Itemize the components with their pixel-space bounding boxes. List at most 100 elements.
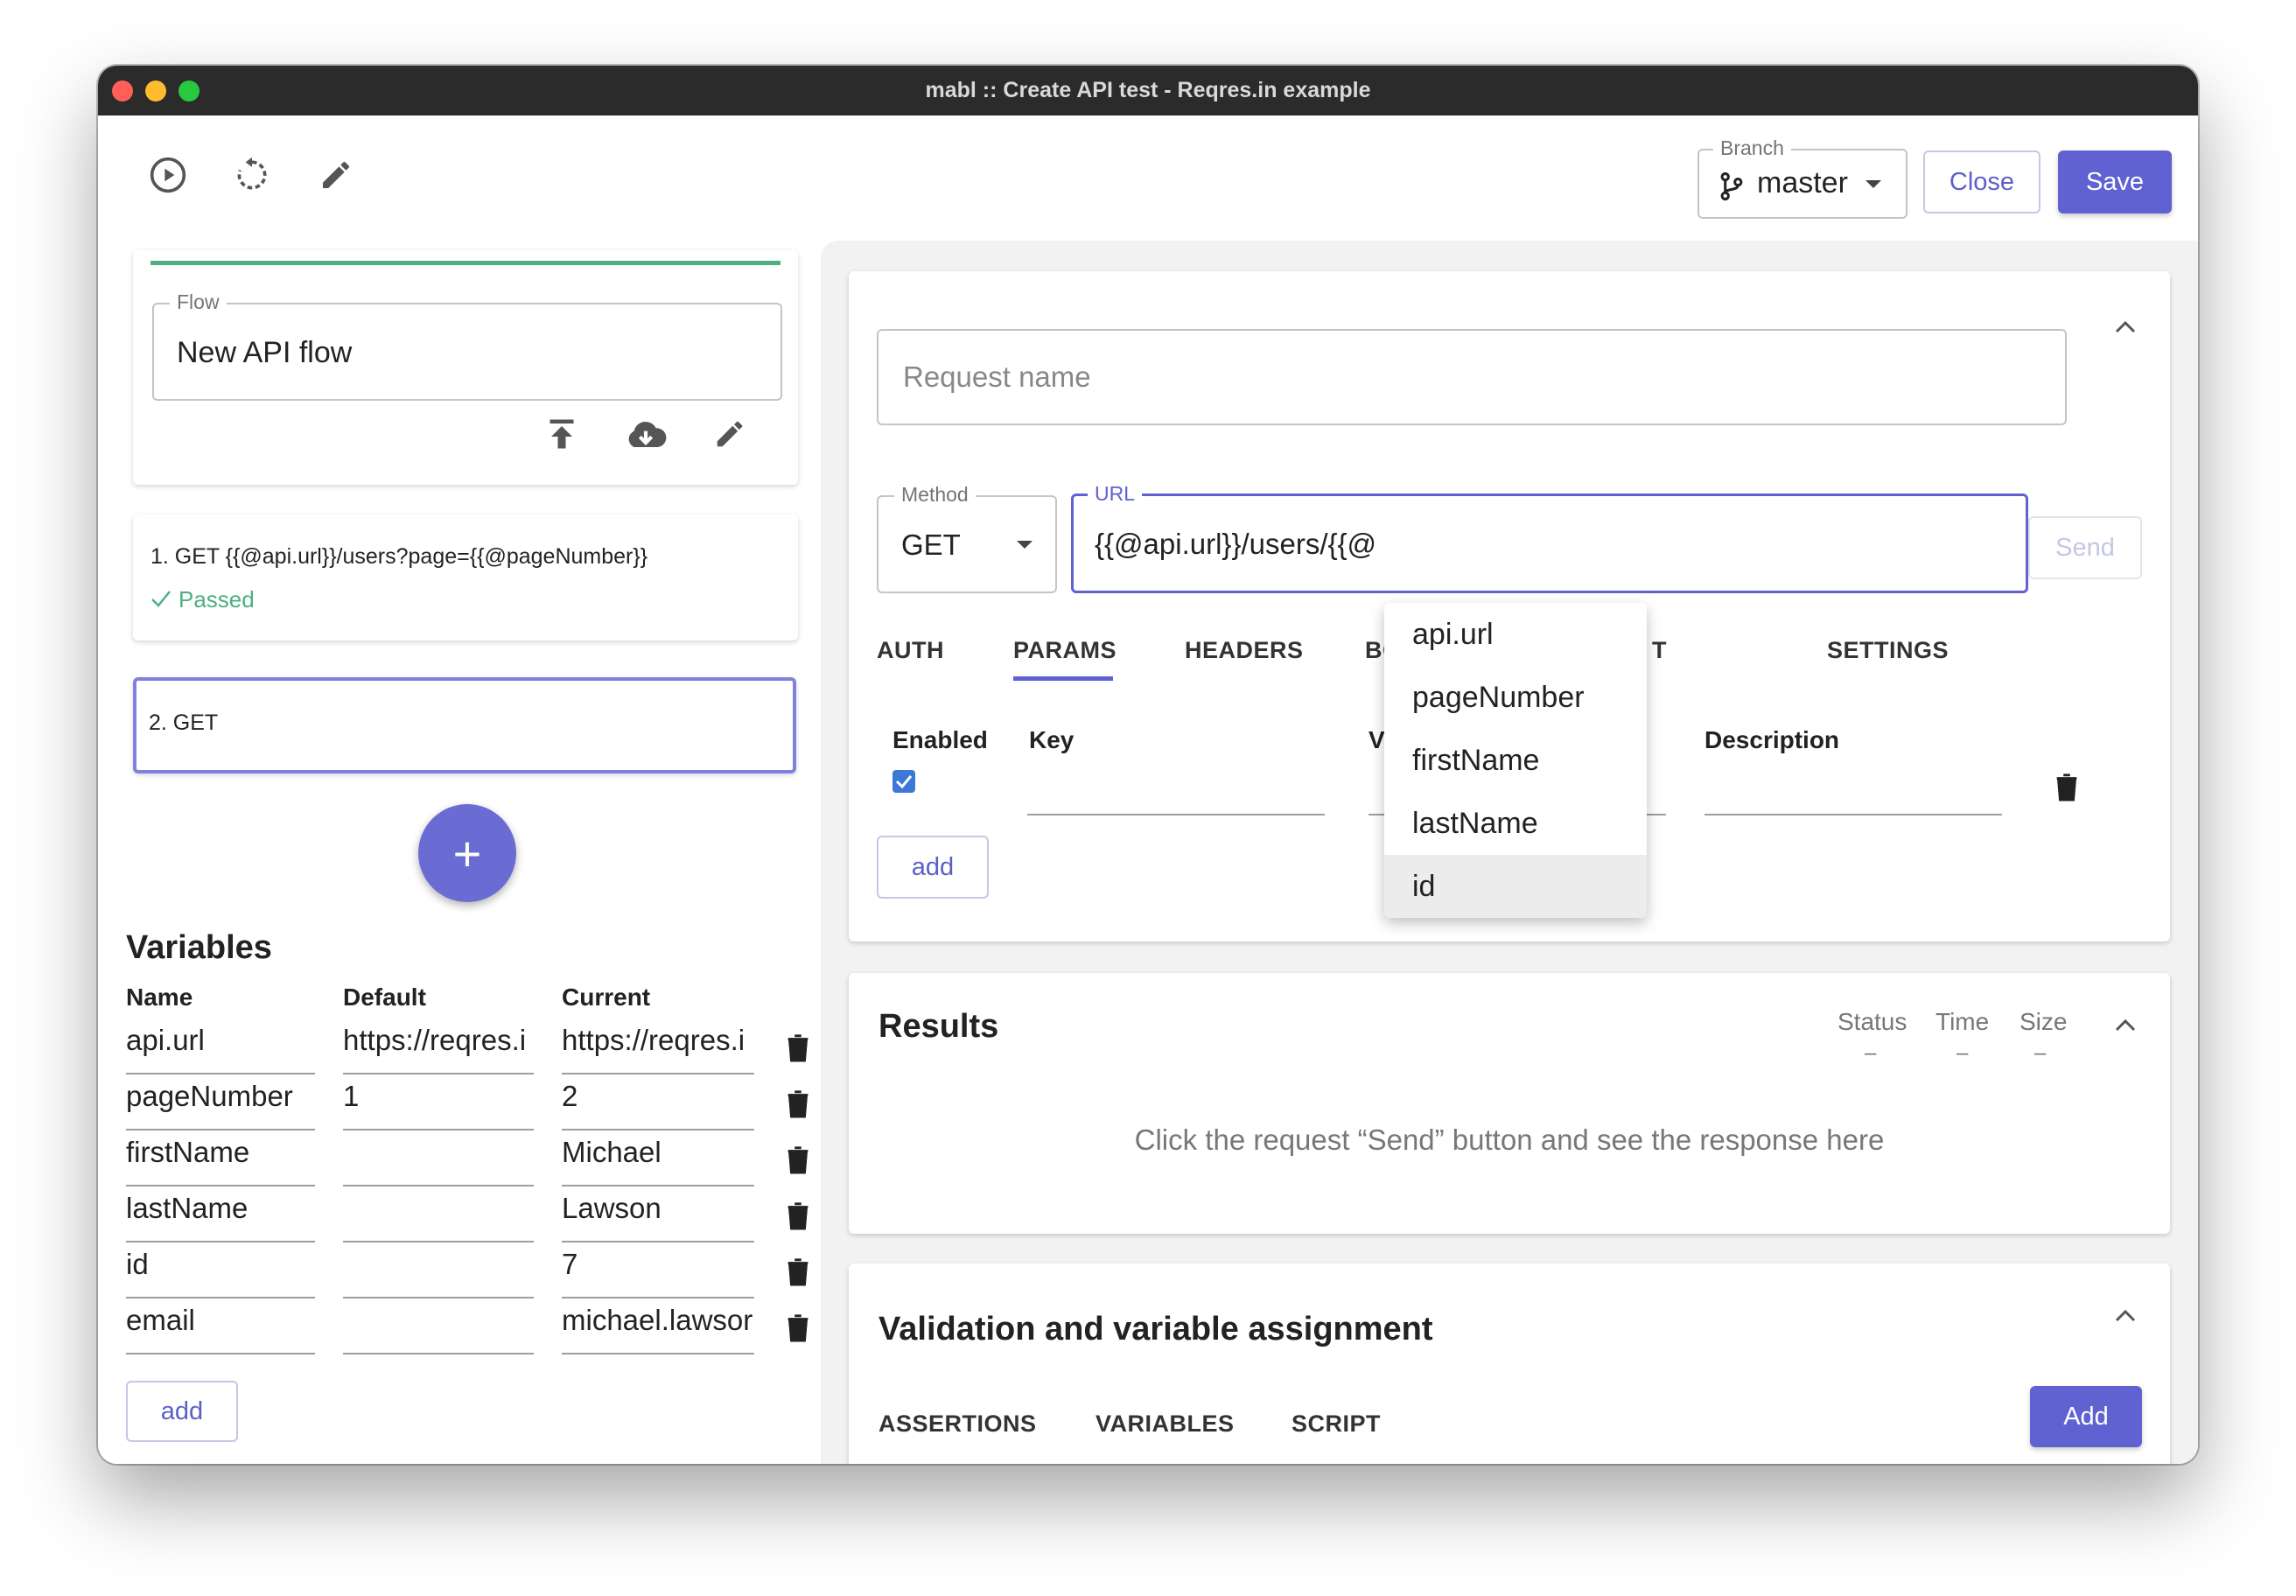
add-step-button[interactable]: + bbox=[418, 804, 516, 902]
window-title: mabl :: Create API test - Reqres.in exam… bbox=[925, 78, 1371, 102]
add-assertion-button[interactable]: Add bbox=[2030, 1386, 2142, 1447]
flow-progress-bar bbox=[150, 261, 780, 265]
trash-icon[interactable] bbox=[786, 1256, 810, 1286]
variable-name-input[interactable]: lastName bbox=[126, 1192, 315, 1242]
flow-card: Flow New API flow bbox=[133, 250, 798, 485]
variables-heading: Variables bbox=[126, 929, 272, 966]
flow-name-field[interactable]: Flow New API flow bbox=[152, 290, 782, 401]
size-label: Size bbox=[2020, 1008, 2068, 1035]
check-icon bbox=[151, 591, 171, 607]
variable-default-input[interactable] bbox=[343, 1136, 534, 1186]
app-window: mabl :: Create API test - Reqres.in exam… bbox=[98, 66, 2198, 1464]
tab-variables[interactable]: VARIABLES bbox=[1096, 1410, 1235, 1438]
time-value: – bbox=[1956, 1041, 1969, 1065]
branch-label: Branch bbox=[1713, 136, 1791, 160]
results-heading: Results bbox=[878, 1008, 999, 1045]
variable-name-input[interactable]: api.url bbox=[126, 1024, 315, 1074]
upload-button[interactable] bbox=[536, 408, 588, 460]
variable-default-input[interactable] bbox=[343, 1304, 534, 1354]
chevron-up-icon[interactable] bbox=[2114, 1017, 2137, 1032]
variable-current-input[interactable]: 2 bbox=[562, 1080, 754, 1130]
variable-current-input[interactable]: 7 bbox=[562, 1248, 754, 1298]
tab-headers[interactable]: HEADERS bbox=[1185, 637, 1304, 664]
flow-label: Flow bbox=[170, 290, 227, 314]
close-window-button[interactable] bbox=[112, 80, 133, 102]
url-input[interactable]: URL {{@api.url}}/users/{{@ bbox=[1071, 482, 2028, 593]
step-title: 1. GET {{@api.url}}/users?page={{@pageNu… bbox=[150, 544, 648, 569]
variable-current-input[interactable]: michael.lawsor bbox=[562, 1304, 754, 1354]
flow-name-value: New API flow bbox=[177, 336, 353, 369]
trash-icon[interactable] bbox=[786, 1144, 810, 1174]
url-value: {{@api.url}}/users/{{@ bbox=[1095, 528, 1377, 560]
check-icon bbox=[895, 775, 913, 789]
method-value: GET bbox=[901, 528, 961, 561]
tab-settings[interactable]: SETTINGS bbox=[1827, 637, 1949, 664]
variable-default-input[interactable] bbox=[343, 1248, 534, 1298]
size-value: – bbox=[2034, 1041, 2047, 1065]
variable-name-input[interactable]: email bbox=[126, 1304, 315, 1354]
method-label: Method bbox=[894, 483, 976, 507]
tab-params[interactable]: PARAMS bbox=[1013, 637, 1116, 664]
step-status: Passed bbox=[178, 586, 255, 612]
variable-current-input[interactable]: Lawson bbox=[562, 1192, 754, 1242]
variable-current-input[interactable]: Michael bbox=[562, 1136, 754, 1186]
upload-icon bbox=[550, 419, 574, 449]
trash-icon[interactable] bbox=[786, 1032, 810, 1062]
cloud-download-icon bbox=[628, 421, 667, 447]
tab-assertions[interactable]: ASSERTIONS bbox=[878, 1410, 1037, 1438]
edit-button[interactable] bbox=[310, 149, 362, 201]
save-button[interactable]: Save bbox=[2058, 150, 2172, 214]
enabled-checkbox[interactable] bbox=[892, 770, 915, 793]
autocomplete-option[interactable]: firstName bbox=[1384, 729, 1647, 792]
download-button[interactable] bbox=[620, 408, 672, 460]
params-col-description: Description bbox=[1704, 726, 1840, 753]
variable-name-input[interactable]: pageNumber bbox=[126, 1080, 315, 1130]
variable-default-input[interactable]: https://reqres.i bbox=[343, 1024, 534, 1074]
autocomplete-option[interactable]: lastName bbox=[1384, 792, 1647, 855]
chevron-up-icon[interactable] bbox=[2114, 318, 2137, 334]
params-col-value: V bbox=[1368, 726, 1385, 753]
autocomplete-option[interactable]: api.url bbox=[1384, 603, 1647, 666]
variable-current-input[interactable]: https://reqres.i bbox=[562, 1024, 754, 1074]
tab-partial[interactable]: T bbox=[1652, 637, 1667, 664]
autocomplete-option[interactable]: pageNumber bbox=[1384, 666, 1647, 729]
app-content: Branch master Close Save Flow New API fl… bbox=[98, 116, 2198, 1464]
step-card-selected[interactable]: 2. GET bbox=[133, 677, 796, 774]
step-card[interactable]: 1. GET {{@api.url}}/users?page={{@pageNu… bbox=[133, 514, 798, 640]
play-circle-icon bbox=[150, 157, 186, 193]
branch-select[interactable]: Branch master bbox=[1698, 136, 1908, 219]
maximize-window-button[interactable] bbox=[178, 80, 200, 102]
trash-icon[interactable] bbox=[786, 1200, 810, 1230]
close-button[interactable]: Close bbox=[1923, 150, 2040, 214]
tab-script[interactable]: SCRIPT bbox=[1292, 1410, 1381, 1438]
variable-default-input[interactable]: 1 bbox=[343, 1080, 534, 1130]
minimize-window-button[interactable] bbox=[145, 80, 166, 102]
validation-card: Validation and variable assignment ASSER… bbox=[849, 1264, 2170, 1464]
refresh-icon bbox=[237, 157, 267, 190]
chevron-up-icon[interactable] bbox=[2114, 1307, 2137, 1323]
variable-default-input[interactable] bbox=[343, 1192, 534, 1242]
variable-name-input[interactable]: id bbox=[126, 1248, 315, 1298]
param-key-input[interactable] bbox=[1027, 765, 1325, 816]
trash-icon[interactable] bbox=[786, 1312, 810, 1342]
run-button[interactable] bbox=[142, 149, 194, 201]
trash-icon[interactable] bbox=[2054, 772, 2079, 802]
request-name-input[interactable]: Request name bbox=[877, 329, 2067, 425]
trash-icon[interactable] bbox=[786, 1088, 810, 1118]
tab-auth[interactable]: AUTH bbox=[877, 637, 944, 664]
add-param-button[interactable]: add bbox=[877, 836, 989, 899]
send-button[interactable]: Send bbox=[2028, 516, 2142, 579]
method-select[interactable]: Method GET bbox=[877, 483, 1057, 593]
time-label: Time bbox=[1936, 1008, 1990, 1035]
results-card: Results Status – Time – Size – Click the… bbox=[849, 973, 2170, 1234]
add-variable-button[interactable]: add bbox=[126, 1381, 238, 1442]
edit-flow-button[interactable] bbox=[704, 408, 756, 460]
title-bar: mabl :: Create API test - Reqres.in exam… bbox=[98, 66, 2198, 116]
reload-button[interactable] bbox=[226, 149, 278, 201]
chevron-down-icon bbox=[1866, 180, 1881, 188]
param-description-input[interactable] bbox=[1704, 765, 2002, 816]
variables-col-name: Name bbox=[126, 984, 193, 1011]
step-title: 2. GET bbox=[149, 710, 219, 735]
variable-name-input[interactable]: firstName bbox=[126, 1136, 315, 1186]
autocomplete-option-highlighted[interactable]: id bbox=[1384, 855, 1647, 918]
